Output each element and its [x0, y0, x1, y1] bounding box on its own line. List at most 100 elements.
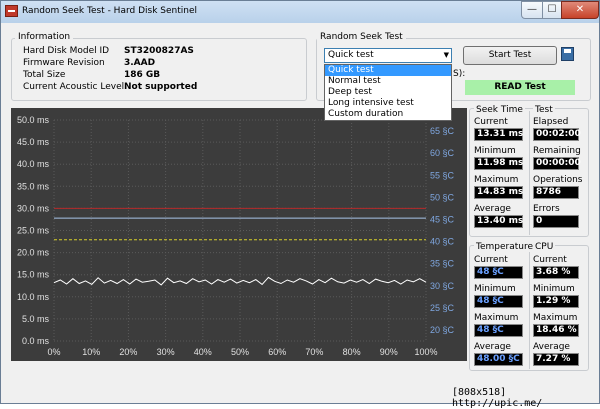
temp-max-label: Maximum: [474, 313, 519, 323]
test-remaining-value: 00:00:00: [533, 157, 581, 170]
temp-avg-value: 48.00 §C: [474, 353, 523, 366]
right-tick-label: 65 §C: [430, 126, 455, 136]
right-tick-label: 20 §C: [430, 325, 455, 335]
info-label-acoustic: Current Acoustic Level: [23, 82, 125, 92]
test-elapsed-value: 00:02:00: [533, 128, 581, 141]
seek-test-group-title: Random Seek Test: [317, 32, 406, 42]
seek-avg-value: 13.40 ms: [474, 215, 523, 228]
seek-max-value: 14.83 ms: [474, 186, 523, 199]
x-tick-label: 70%: [305, 347, 323, 357]
x-tick-label: 100%: [414, 347, 437, 357]
test-status-indicator: READ Test: [465, 80, 575, 95]
save-icon[interactable]: [561, 47, 574, 61]
seek-time-chart: 50.0 ms 45.0 ms 40.0 ms 35.0 ms 30.0 ms 25.0 …: [11, 108, 467, 361]
test-operations-label: Operations: [533, 175, 583, 185]
temp-min-label: Minimum: [474, 284, 516, 294]
info-label-size: Total Size: [23, 70, 66, 80]
seek-current-label: Current: [474, 117, 508, 127]
info-value-model: ST3200827AS: [124, 46, 194, 56]
seek-current-value: 13.31 ms: [474, 128, 523, 141]
temperature-title: Temperature: [474, 242, 536, 252]
seek-min-value: 11.98 ms: [474, 157, 523, 170]
x-tick-label: 50%: [231, 347, 249, 357]
option-normal-test[interactable]: Normal test: [325, 76, 451, 87]
info-label-firmware: Firmware Revision: [23, 58, 105, 68]
test-type-dropdown: Quick test Normal test Deep test Long in…: [324, 64, 452, 121]
cpu-min-value: 1.29 %: [533, 295, 579, 308]
info-value-size: 186 GB: [124, 70, 161, 80]
test-type-select-value: Quick test: [328, 50, 374, 60]
x-tick-label: 30%: [157, 347, 175, 357]
right-tick-label: 25 §C: [430, 303, 455, 313]
info-value-firmware: 3.AAD: [124, 58, 156, 68]
title-bar[interactable]: Random Seek Test - Hard Disk Sentinel — …: [1, 1, 599, 23]
test-errors-value: 0: [533, 215, 579, 228]
right-tick-label: 35 §C: [430, 259, 455, 269]
x-tick-label: 90%: [380, 347, 398, 357]
test-type-select[interactable]: Quick test ▼: [324, 48, 452, 63]
test-operations-value: 8786: [533, 186, 579, 199]
cpu-avg-value: 7.27 %: [533, 353, 579, 366]
chevron-down-icon[interactable]: ▼: [444, 51, 449, 59]
y-tick-label: 30.0 ms: [17, 203, 50, 213]
y-tick-label: 20.0 ms: [17, 248, 50, 258]
right-tick-label: 30 §C: [430, 281, 455, 291]
right-tick-label: 60 §C: [430, 148, 455, 158]
option-deep-test[interactable]: Deep test: [325, 87, 451, 98]
start-test-button[interactable]: Start Test: [463, 46, 557, 65]
y-tick-label: 15.0 ms: [17, 270, 50, 280]
seek-time-title: Seek Time: [474, 105, 525, 115]
info-label-model: Hard Disk Model ID: [23, 46, 110, 56]
cpu-current-label: Current: [533, 255, 567, 265]
temp-max-value: 48 §C: [474, 324, 523, 337]
seek-min-label: Minimum: [474, 146, 516, 156]
temp-current-value: 48 §C: [474, 266, 523, 279]
app-window: Random Seek Test - Hard Disk Sentinel — …: [0, 0, 600, 409]
cpu-current-value: 3.68 %: [533, 266, 579, 279]
y-tick-label: 50.0 ms: [17, 115, 50, 125]
info-value-acoustic: Not supported: [124, 82, 198, 92]
option-long-intensive-test[interactable]: Long intensive test: [325, 98, 451, 109]
cpu-title: CPU: [533, 242, 556, 252]
y-tick-label: 45.0 ms: [17, 137, 50, 147]
test-errors-label: Errors: [533, 204, 560, 214]
y-tick-label: 5.0 ms: [22, 314, 50, 324]
temp-min-value: 48 §C: [474, 295, 523, 308]
app-icon: [5, 5, 18, 17]
y-tick-label: 0.0 ms: [22, 336, 50, 346]
cpu-min-label: Minimum: [533, 284, 575, 294]
cpu-max-value: 18.46 %: [533, 324, 579, 337]
minimize-button[interactable]: —: [521, 1, 543, 19]
option-custom-duration[interactable]: Custom duration: [325, 109, 451, 120]
temp-avg-label: Average: [474, 342, 511, 352]
temp-current-label: Current: [474, 255, 508, 265]
x-tick-label: 40%: [194, 347, 212, 357]
y-tick-label: 35.0 ms: [17, 181, 50, 191]
seek-max-label: Maximum: [474, 175, 519, 185]
seek-time-series-line: [53, 276, 427, 286]
test-elapsed-label: Elapsed: [533, 117, 569, 127]
test-remaining-label: Remaining: [533, 146, 581, 156]
maximize-button[interactable]: ☐: [542, 1, 562, 19]
x-tick-label: 20%: [119, 347, 137, 357]
y-tick-label: 10.0 ms: [17, 292, 50, 302]
test-title: Test: [533, 105, 555, 115]
footer-tag: [808x518] http://upic.me/: [452, 387, 543, 409]
seek-avg-label: Average: [474, 204, 511, 214]
right-tick-label: 45 §C: [430, 214, 455, 224]
x-tick-label: 60%: [268, 347, 286, 357]
x-tick-label: 10%: [82, 347, 100, 357]
close-button[interactable]: ✕: [561, 1, 599, 19]
x-tick-label: 80%: [343, 347, 361, 357]
y-tick-label: 40.0 ms: [17, 159, 50, 169]
x-tick-label: 0%: [47, 347, 60, 357]
y-tick-label: 25.0 ms: [17, 226, 50, 236]
partial-label: S):: [453, 69, 466, 79]
window-title: Random Seek Test - Hard Disk Sentinel: [22, 6, 197, 16]
right-tick-label: 55 §C: [430, 170, 455, 180]
cpu-avg-label: Average: [533, 342, 570, 352]
right-tick-label: 50 §C: [430, 192, 455, 202]
information-group-title: Information: [15, 32, 74, 42]
option-quick-test[interactable]: Quick test: [325, 65, 451, 76]
cpu-max-label: Maximum: [533, 313, 578, 323]
